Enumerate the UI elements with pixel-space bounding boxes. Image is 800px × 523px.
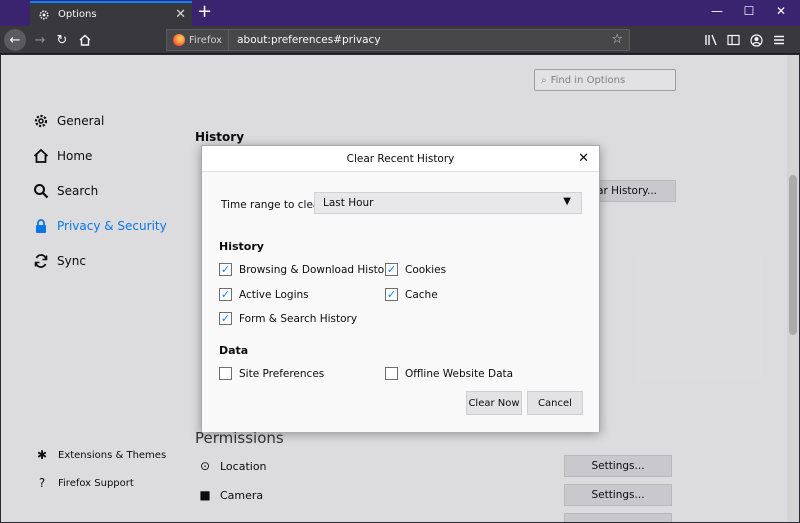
firefox-logo-icon — [173, 34, 185, 46]
checkbox-label: Browsing & Download History — [239, 263, 395, 276]
tab-title: Options — [58, 9, 97, 20]
checkbox-browsing-download-history[interactable]: ✓ Browsing & Download History — [219, 263, 395, 276]
home-button[interactable] — [74, 29, 96, 51]
reload-icon: ↻ — [56, 32, 68, 48]
history-group-heading: History — [219, 240, 264, 253]
checkbox-label: Cookies — [405, 263, 447, 276]
checkbox-box[interactable] — [219, 367, 232, 380]
sidebar-button[interactable] — [722, 29, 744, 51]
maximize-button[interactable]: ☐ — [739, 4, 759, 18]
cancel-button[interactable]: Cancel — [527, 391, 583, 415]
identity-box[interactable]: Firefox — [167, 30, 230, 50]
checkbox-label: Site Preferences — [239, 367, 325, 380]
checkbox-label: Active Logins — [239, 288, 309, 301]
arrow-right-icon: → — [34, 32, 46, 48]
data-group-heading: Data — [219, 344, 249, 357]
clear-recent-history-dialog: Clear Recent History ✕ Time range to cle… — [201, 145, 600, 432]
account-button[interactable] — [745, 29, 767, 51]
dialog-title-bar: Clear Recent History ✕ — [202, 146, 599, 172]
back-button[interactable]: ← — [4, 29, 26, 51]
account-icon — [749, 33, 763, 47]
checkmark-icon[interactable]: ✓ — [385, 288, 398, 301]
menu-button[interactable] — [768, 29, 790, 51]
checkmark-icon[interactable]: ✓ — [219, 288, 232, 301]
checkbox-box[interactable] — [385, 367, 398, 380]
time-range-select[interactable]: Last Hour ▼ — [314, 192, 582, 214]
hamburger-icon — [774, 35, 784, 45]
reload-button[interactable]: ↻ — [51, 29, 73, 51]
checkbox-cookies[interactable]: ✓ Cookies — [385, 263, 446, 276]
sidebar-icon — [726, 34, 740, 46]
identity-label: Firefox — [189, 34, 223, 46]
dialog-title: Clear Recent History — [346, 152, 455, 165]
nav-bar: ← → ↻ Firefox about:preferences#privacy … — [0, 26, 800, 54]
library-icon — [704, 34, 717, 46]
time-range-label: Time range to clear: — [221, 199, 328, 211]
star-icon[interactable]: ☆ — [611, 32, 623, 47]
close-icon[interactable]: ✕ — [175, 7, 186, 22]
gear-icon — [39, 10, 49, 19]
library-button[interactable] — [700, 29, 722, 51]
checkbox-form-search-history[interactable]: ✓ Form & Search History — [219, 312, 357, 325]
title-bar: Options ✕ + — ☐ ✕ — [0, 0, 800, 26]
checkbox-active-logins[interactable]: ✓ Active Logins — [219, 288, 309, 301]
checkmark-icon[interactable]: ✓ — [219, 263, 232, 276]
window-close-button[interactable]: ✕ — [771, 4, 791, 18]
checkbox-cache[interactable]: ✓ Cache — [385, 288, 438, 301]
time-range-value: Last Hour — [323, 197, 374, 209]
home-icon — [79, 34, 91, 46]
url-bar[interactable]: Firefox about:preferences#privacy ☆ — [166, 29, 630, 51]
plus-icon[interactable]: + — [197, 2, 212, 22]
checkmark-icon[interactable]: ✓ — [385, 263, 398, 276]
minimize-button[interactable]: — — [707, 4, 727, 18]
tab-options[interactable]: Options ✕ — [30, 1, 192, 26]
checkbox-offline-website-data[interactable]: Offline Website Data — [385, 367, 513, 380]
chevron-down-icon: ▼ — [563, 196, 571, 207]
checkbox-label: Offline Website Data — [405, 367, 514, 380]
clear-now-button[interactable]: Clear Now — [466, 391, 522, 415]
url-text[interactable]: about:preferences#privacy — [229, 34, 380, 46]
checkbox-label: Cache — [405, 288, 438, 301]
close-icon[interactable]: ✕ — [578, 151, 589, 166]
checkmark-icon[interactable]: ✓ — [219, 312, 232, 325]
forward-button[interactable]: → — [29, 29, 51, 51]
checkbox-label: Form & Search History — [239, 312, 358, 325]
arrow-left-icon: ← — [9, 32, 21, 48]
checkbox-site-preferences[interactable]: Site Preferences — [219, 367, 324, 380]
